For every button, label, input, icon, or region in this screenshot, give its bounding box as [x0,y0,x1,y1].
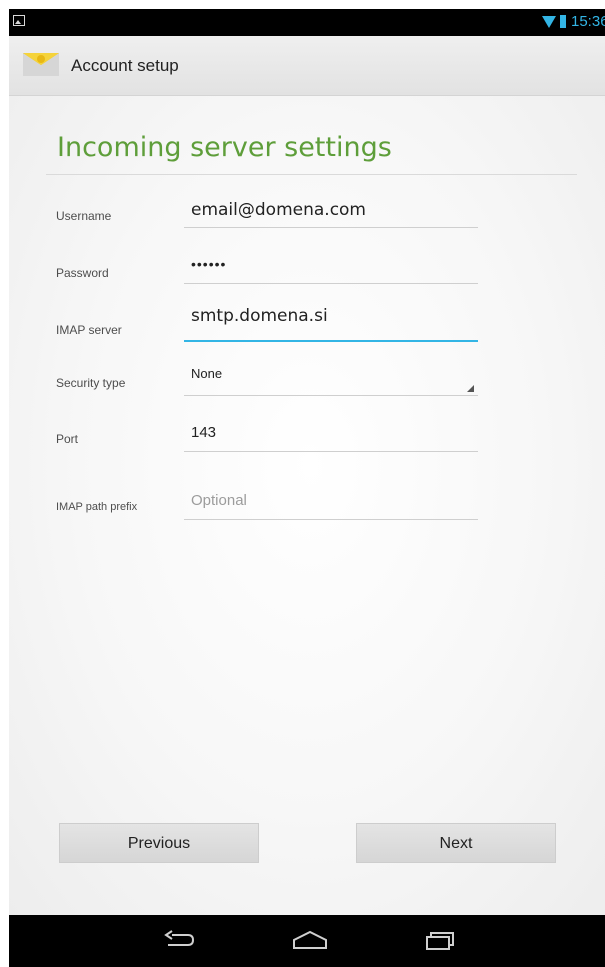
status-bar: 15:36 [9,9,605,36]
security-type-select[interactable]: None [184,366,478,396]
status-time: 15:36 [571,13,605,30]
port-field[interactable]: 143 [184,424,478,452]
form-content: Incoming server settings Username email@… [9,96,605,915]
previous-button-label: Previous [127,835,191,852]
port-label: Port [56,432,79,446]
port-value: 143 [191,424,217,441]
imap-path-prefix-placeholder: Optional [191,492,247,509]
username-label: Username [56,209,112,223]
password-label: Password [56,266,109,280]
title-divider [46,174,577,175]
imap-path-prefix-field[interactable]: Optional [184,492,478,520]
imap-server-label: IMAP server [56,323,122,337]
password-value: •••••• [191,256,227,272]
screen: 15:36 Account setup Incoming server sett… [9,9,605,967]
back-icon[interactable] [162,927,196,958]
picture-icon [13,15,25,26]
wifi-icon [542,16,556,28]
next-button-label: Next [439,835,473,852]
recent-apps-icon[interactable] [423,927,457,958]
imap-server-field[interactable]: smtp.domena.si [184,306,478,342]
battery-icon [560,15,566,28]
security-type-value: None [191,366,223,381]
action-bar-title: Account setup [71,56,179,75]
dropdown-arrow-icon [467,385,474,392]
action-bar: Account setup [9,36,605,96]
home-icon[interactable] [291,927,329,958]
navigation-bar [9,915,605,967]
email-app-icon [22,49,60,77]
next-button[interactable]: Next [356,823,556,863]
previous-button[interactable]: Previous [59,823,259,863]
imap-server-value: smtp.domena.si [191,306,328,326]
imap-path-prefix-label: IMAP path prefix [56,501,138,513]
username-field[interactable]: email@domena.com [184,200,478,228]
security-type-label: Security type [56,376,126,390]
username-value: email@domena.com [191,200,366,220]
page-title: Incoming server settings [57,132,392,163]
password-field[interactable]: •••••• [184,256,478,284]
